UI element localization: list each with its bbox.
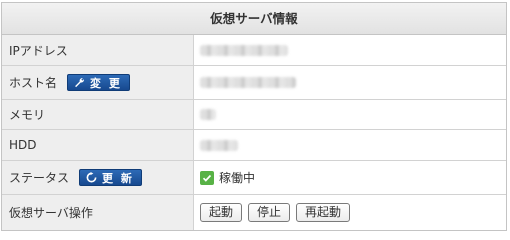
memory-label: メモリ — [2, 100, 194, 129]
stop-button[interactable]: 停止 — [248, 203, 291, 222]
status-value: 稼働中 — [194, 161, 506, 194]
host-name-label-cell: ホスト名 変 更 — [2, 66, 194, 99]
check-icon — [200, 170, 214, 185]
row-memory: メモリ — [2, 100, 506, 130]
change-host-button-label: 変 更 — [90, 76, 122, 90]
redacted-hdd — [200, 139, 238, 151]
ip-address-label: IPアドレス — [2, 35, 194, 65]
hdd-label: HDD — [2, 130, 194, 160]
host-name-value — [194, 66, 506, 99]
start-button[interactable]: 起動 — [200, 203, 243, 222]
redacted-memory — [200, 109, 216, 120]
memory-value — [194, 100, 506, 129]
operations-buttons: 起動 停止 再起動 — [194, 195, 506, 230]
change-host-button[interactable]: 変 更 — [67, 74, 130, 91]
ip-address-value — [194, 35, 506, 65]
status-text: 稼働中 — [219, 171, 256, 185]
row-operations: 仮想サーバ操作 起動 停止 再起動 — [2, 195, 506, 230]
operations-label: 仮想サーバ操作 — [2, 195, 194, 230]
refresh-icon — [86, 172, 97, 183]
wrench-icon — [75, 78, 84, 88]
row-status: ステータス 更 新 稼働中 — [2, 161, 506, 195]
refresh-status-button-label: 更 新 — [102, 171, 134, 185]
status-label-cell: ステータス 更 新 — [2, 161, 194, 194]
row-host-name: ホスト名 変 更 — [2, 66, 506, 100]
host-name-label: ホスト名 — [9, 76, 58, 90]
refresh-status-button[interactable]: 更 新 — [79, 169, 142, 186]
status-label: ステータス — [9, 171, 70, 185]
restart-button[interactable]: 再起動 — [296, 203, 351, 222]
hdd-value — [194, 130, 506, 160]
row-hdd: HDD — [2, 130, 506, 161]
server-info-panel: 仮想サーバ情報 IPアドレス ホスト名 変 更 メモリ HDD ステータス 更 … — [1, 2, 507, 231]
redacted-ip-address — [200, 44, 288, 56]
row-ip-address: IPアドレス — [2, 35, 506, 66]
panel-title: 仮想サーバ情報 — [2, 3, 506, 35]
redacted-host-name — [200, 77, 296, 88]
